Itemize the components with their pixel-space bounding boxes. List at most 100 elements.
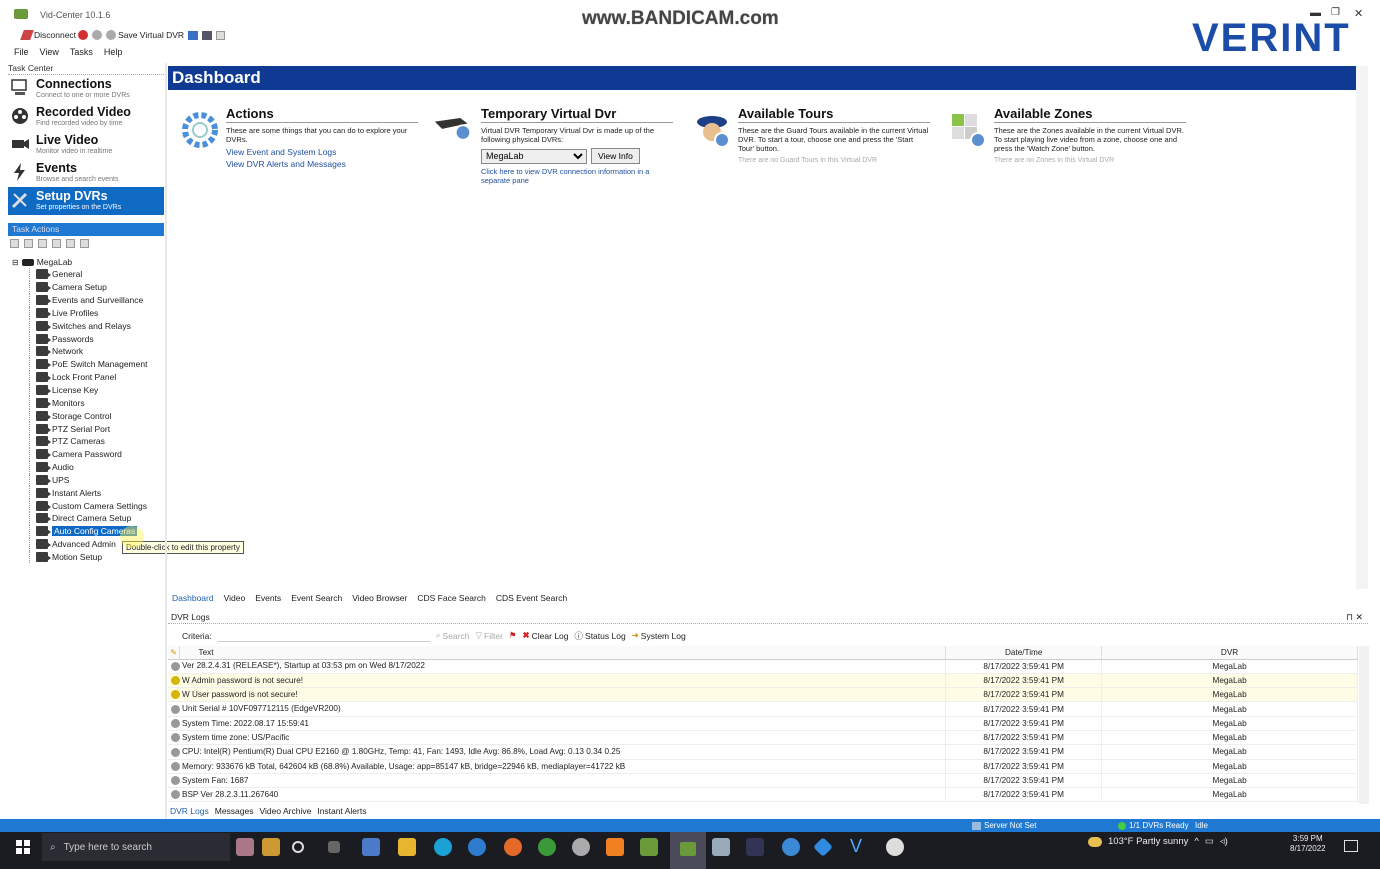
col-text[interactable]: Text [179,646,947,660]
taskbar-app2-icon[interactable] [572,838,590,856]
tree-item[interactable]: PoE Switch Management [12,357,164,371]
log-row[interactable]: W Admin password is not secure! 8/17/2022… [168,673,1358,689]
taskbar-app9-icon[interactable] [886,838,904,856]
tree-item[interactable]: Live Profiles [12,306,164,320]
log-row[interactable]: System Fan: 1687 8/17/2022 3:59:41 PM Mega… [168,773,1358,789]
log-row[interactable]: Unit Serial # 10VF097712115 (EdgeVR200) 8… [168,701,1358,717]
taskbar-mascot-icon[interactable] [262,838,280,856]
vlc-icon[interactable] [606,838,624,856]
close-icon[interactable]: ✕ [1354,7,1363,20]
tree-item[interactable]: Lock Front Panel [12,370,164,384]
tree-item[interactable]: Passwords [12,332,164,345]
tab-dashboard[interactable]: Dashboard [170,593,216,603]
menu-file[interactable]: File [14,47,29,57]
system-log-button[interactable]: ➔ System Log [632,630,686,641]
status-log-button[interactable]: ⓘ Status Log [575,630,626,642]
tree-item[interactable]: Audio [12,460,164,474]
log-row[interactable]: Ver 28.2.4.31 (RELEASE*), Startup at 03:… [168,659,1358,674]
clear-log-button[interactable]: ✖ Clear Log [523,630,569,641]
tab-dvr-logs[interactable]: DVR Logs [170,806,209,816]
restore-icon[interactable]: ❐ [1331,7,1340,18]
network-icon[interactable]: ▭ [1205,836,1214,847]
menu-help[interactable]: Help [104,47,123,57]
tree-item[interactable]: PTZ Cameras [12,434,164,448]
search-button[interactable]: ⌕ Search [436,630,470,641]
tree-item[interactable]: UPS [12,473,164,487]
log-row[interactable]: System time zone: US/Pacific 8/17/2022 3:… [168,730,1358,746]
filter-button[interactable]: ▽ Filter [475,630,502,641]
save-virtual-dvr-button[interactable]: Save Virtual DVR [106,30,184,40]
tab-events[interactable]: Events [253,593,283,603]
tree-item[interactable]: Camera Setup [12,280,164,294]
log-row[interactable]: Memory: 933676 kB Total, 642604 kB (68.8… [168,759,1358,774]
chevron-up-icon[interactable]: ^ [1194,836,1198,847]
tab-cds-face-search[interactable]: CDS Face Search [415,593,488,603]
tree-item[interactable]: Storage Control [12,409,164,422]
task-view-icon[interactable] [328,841,340,853]
taskbar-app4-icon[interactable] [712,838,730,856]
col-icon[interactable]: ✎ [168,646,181,660]
tab-video-browser[interactable]: Video Browser [350,593,409,603]
tab-video[interactable]: Video [222,593,248,603]
chrome-icon[interactable] [538,838,556,856]
taskbar-app6-icon[interactable] [782,838,800,856]
nav-recorded-video[interactable]: Recorded Video Find recorded video by tim… [8,103,164,131]
windows-start-icon[interactable] [16,840,30,854]
collapse-icon[interactable]: ⊟ [12,258,19,267]
tree-item[interactable]: PTZ Serial Port [12,422,164,435]
col-dvr[interactable]: DVR [1101,646,1358,660]
dashboard-scrollbar[interactable] [1356,66,1368,589]
nav-setup-dvrs[interactable]: Setup DVRs Set properties on the DVRs [8,187,164,215]
tree-item[interactable]: General [12,268,164,281]
taskbar-vidcenter-active[interactable] [670,832,706,869]
tree-item[interactable]: Custom Camera Settings [12,499,164,512]
minimize-icon[interactable]: ▬ [1310,7,1321,19]
tab-video-archive[interactable]: Video Archive [260,806,312,816]
window-icon[interactable] [216,30,226,40]
view-dvr-alerts-link[interactable]: View DVR Alerts and Messages [226,159,418,169]
add-icon[interactable] [10,239,19,248]
tab-event-search[interactable]: Event Search [289,593,344,603]
taskbar-app8-icon[interactable]: V [850,836,862,857]
dvr-select[interactable]: MegaLab [481,148,587,164]
edit-icon[interactable] [52,239,61,248]
file-explorer-icon[interactable] [398,838,416,856]
log-row[interactable]: BSP Ver 28.2.3.11.267640 8/17/2022 3:59:4… [168,787,1358,803]
log-row[interactable]: CPU: Intel(R) Pentium(R) Dual CPU E2160 … [168,744,1358,760]
menu-tasks[interactable]: Tasks [70,47,93,57]
dvr-connection-info-link[interactable]: Click here to view DVR connection inform… [481,167,661,185]
splitter[interactable] [165,63,167,819]
log-row[interactable]: System Time: 2022.08.17 15:59:41 8/17/202… [168,716,1358,731]
weather-label[interactable]: 103°F Partly sunny [1108,836,1188,847]
log-row[interactable]: W User password is not secure! 8/17/2022 … [168,687,1358,703]
taskbar-app5-icon[interactable] [746,838,764,856]
copy-icon[interactable] [24,239,33,248]
tree-item[interactable]: Network [12,345,164,358]
undo-icon[interactable] [66,239,75,248]
firefox-icon[interactable] [504,838,522,856]
tree-item[interactable]: Switches and Relays [12,319,164,333]
tree-item[interactable]: Monitors [12,396,164,410]
view-info-button[interactable]: View Info [591,148,640,164]
help-icon[interactable] [80,239,89,248]
paste-icon[interactable] [38,239,47,248]
tree-item[interactable]: Camera Password [12,447,164,461]
cortana-icon[interactable] [292,841,304,853]
tab-messages[interactable]: Messages [215,806,254,816]
view-event-logs-link[interactable]: View Event and System Logs [226,147,418,157]
taskbar-app-icon[interactable] [362,838,380,856]
tree-item[interactable]: Events and Surveillance [12,293,164,307]
taskbar-app3-icon[interactable] [640,838,658,856]
internet-explorer-icon[interactable] [468,838,486,856]
nav-live-video[interactable]: Live Video Monitor video in realtime [8,131,164,159]
notifications-icon[interactable] [1344,840,1358,852]
disconnect-button[interactable]: Disconnect [20,30,89,40]
tree-root[interactable]: ⊟ MegaLab [12,256,164,268]
taskbar-search[interactable]: ⌕ Type here to search [42,833,230,861]
pin-close-icon[interactable]: ⊓ ✕ [1346,612,1363,623]
logs-scrollbar[interactable] [1359,646,1369,804]
criteria-input[interactable] [217,629,430,642]
flag-icon[interactable]: ⚑ [509,630,517,641]
tree-item[interactable]: Direct Camera Setup [12,512,164,525]
taskbar-widget-icon[interactable] [236,838,254,856]
